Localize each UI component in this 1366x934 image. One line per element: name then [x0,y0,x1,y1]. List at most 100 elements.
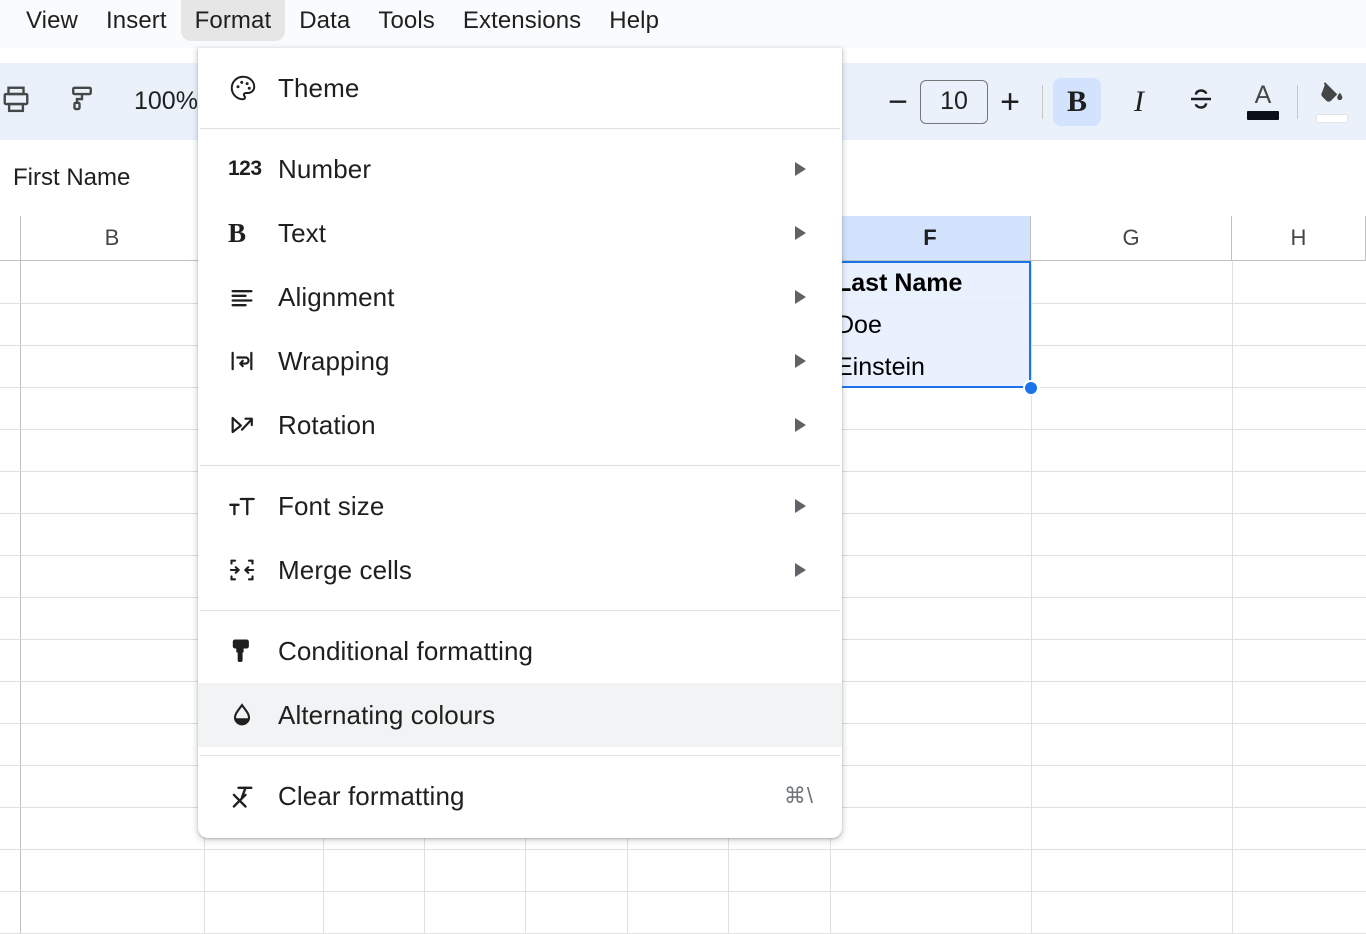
menu-item-text[interactable]: B Text [198,201,842,265]
paint-roller-icon [67,84,97,119]
bold-button[interactable]: B [1053,78,1101,126]
menu-item-wrapping[interactable]: Wrapping [198,329,842,393]
italic-label: I [1134,85,1144,119]
menu-format[interactable]: Format [181,0,286,41]
menu-item-label: Clear formatting [278,781,465,812]
menu-extensions[interactable]: Extensions [449,0,595,41]
menu-item-conditional-formatting[interactable]: Conditional formatting [198,619,842,683]
toolbar-left-group: 100% [0,63,204,140]
bold-label: B [1067,85,1087,119]
menu-label: Tools [378,7,435,35]
menu-view[interactable]: View [12,0,92,41]
format-menu-dropdown[interactable]: Theme 123 Number B Text Alignment Wrapping Rota… [198,48,842,838]
menu-label: Insert [106,7,167,35]
column-header-label: H [1291,225,1307,251]
grid-cell[interactable]: Last Name [836,262,962,304]
bold-b-icon: B [228,217,268,249]
menu-divider [200,755,840,756]
menu-divider [200,128,840,129]
column-header-f[interactable]: F [830,216,1031,261]
menu-item-label: Theme [278,73,359,104]
font-size-input[interactable]: 10 [920,80,988,124]
menu-item-rotation[interactable]: Rotation [198,393,842,457]
menu-label: View [26,7,78,35]
menu-divider [200,465,840,466]
column-header-label: B [105,225,120,251]
menu-item-alignment[interactable]: Alignment [198,265,842,329]
submenu-arrow-icon [795,499,806,513]
menu-item-label: Text [278,218,326,249]
selection-fill-handle[interactable] [1023,380,1039,396]
formula-bar-value: First Name [13,164,130,192]
toolbar-divider-2 [1297,85,1298,119]
column-header-g[interactable]: G [1031,216,1232,261]
toolbar-divider [1042,85,1043,119]
menu-label: Format [195,7,272,35]
menu-label: Data [299,7,350,35]
palette-icon [228,72,268,104]
select-all-corner[interactable] [0,216,21,261]
menu-item-label: Merge cells [278,555,412,586]
font-size-decrease-button[interactable]: − [876,85,920,119]
italic-button[interactable]: I [1115,78,1163,126]
grid-cell[interactable]: Einstein [836,346,925,388]
droplet-icon [228,699,268,731]
submenu-arrow-icon [795,354,806,368]
menu-item-number[interactable]: 123 Number [198,137,842,201]
spreadsheet-app: B F G H Last NameDoeEinstein First Name [0,0,1366,934]
text-color-label: A [1255,83,1272,108]
font-size-increase-button[interactable]: + [988,85,1032,119]
submenu-arrow-icon [795,563,806,577]
menu-label: Help [609,7,659,35]
text-color-button[interactable]: A [1239,78,1287,126]
column-header-label: F [923,225,936,251]
menu-insert[interactable]: Insert [92,0,181,41]
wrapping-icon [228,345,268,377]
column-header-label: G [1122,225,1139,251]
text-color-swatch [1247,111,1279,120]
menu-item-theme[interactable]: Theme [198,56,842,120]
menu-item-label: Conditional formatting [278,636,533,667]
submenu-arrow-icon [795,162,806,176]
menu-tools[interactable]: Tools [364,0,449,41]
menu-item-merge-cells[interactable]: Merge cells [198,538,842,602]
menu-item-shortcut: ⌘\ [784,783,814,809]
menu-item-clear-formatting[interactable]: Clear formatting ⌘\ [198,764,842,828]
strikethrough-button[interactable] [1177,78,1225,126]
menu-data[interactable]: Data [285,0,364,41]
menu-divider [200,610,840,611]
print-button[interactable] [0,78,40,126]
clear-formatting-icon [228,780,268,812]
menu-label: Extensions [463,7,581,35]
menu-item-label: Alignment [278,282,395,313]
zoom-level[interactable]: 100% [128,87,204,116]
menu-bar: View Insert Format Data Tools Extensions Help [0,0,1366,48]
menu-item-font-size[interactable]: Font size [198,474,842,538]
print-icon [1,84,31,119]
column-header-h[interactable]: H [1232,216,1366,261]
toolbar-right-group: − 10 + B I [876,63,1366,140]
paint-bucket-icon [1318,80,1346,111]
submenu-arrow-icon [795,226,806,240]
123-icon: 123 [228,153,268,185]
menu-item-label: Wrapping [278,346,390,377]
column-header-b[interactable]: B [21,216,204,261]
submenu-arrow-icon [795,290,806,304]
paint-brush-icon [228,635,268,667]
menu-help[interactable]: Help [595,0,673,41]
paint-format-button[interactable] [58,78,106,126]
alignment-icon [228,281,268,313]
rotation-icon [228,409,268,441]
menu-item-label: Number [278,154,371,185]
menu-item-label: Font size [278,491,384,522]
font-size-icon [228,490,268,522]
menu-item-alternating-colours[interactable]: Alternating colours [198,683,842,747]
menu-item-label: Rotation [278,410,376,441]
fill-color-button[interactable] [1308,78,1356,126]
grid-cell[interactable]: Doe [836,304,882,346]
font-size-value: 10 [940,87,968,116]
merge-cells-icon [228,554,268,586]
grid-hline [0,849,1366,850]
strikethrough-icon [1186,84,1216,119]
fill-color-swatch [1316,114,1348,123]
